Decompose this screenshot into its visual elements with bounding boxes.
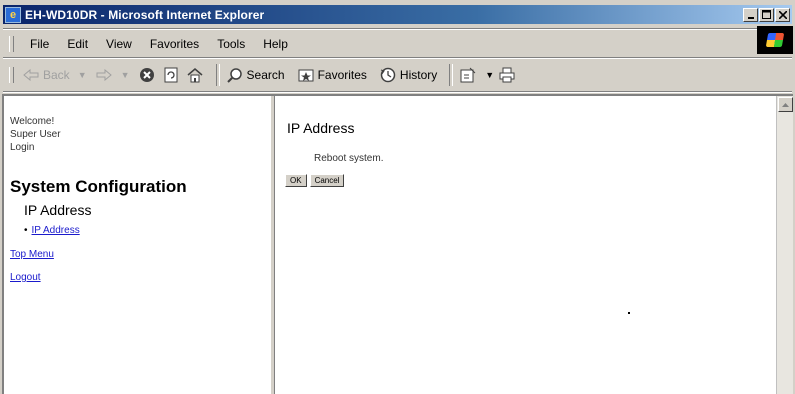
back-button[interactable]: Back: [22, 66, 70, 84]
stop-button[interactable]: [138, 66, 156, 84]
section-title: System Configuration: [10, 177, 187, 196]
menu-edit[interactable]: Edit: [59, 37, 98, 51]
titlebar-divider: [3, 28, 792, 30]
search-label: Search: [246, 68, 285, 82]
top-menu-row: Top Menu: [10, 249, 54, 260]
title-bar: e EH-WD10DR - Microsoft Internet Explore…: [3, 5, 792, 24]
toolbar-separator-2: [449, 64, 454, 86]
print-icon: [498, 66, 516, 84]
refresh-button[interactable]: [162, 66, 180, 84]
stop-icon: [138, 66, 156, 84]
vertical-scrollbar[interactable]: [776, 96, 793, 394]
page-title: IP Address: [287, 120, 355, 136]
user-name: Super User: [10, 129, 61, 140]
close-button[interactable]: [775, 7, 790, 22]
user-info: Welcome! Super User Login: [10, 115, 61, 154]
menu-tools[interactable]: Tools: [209, 37, 255, 51]
mail-dropdown-icon[interactable]: ▼: [485, 70, 494, 80]
ie-app-icon[interactable]: e: [5, 6, 21, 23]
cancel-button[interactable]: Cancel: [309, 174, 345, 187]
window-controls: [743, 7, 790, 22]
subsection-title: IP Address: [24, 202, 92, 218]
toolbar-grip: [9, 67, 14, 83]
stray-pixel: [628, 312, 630, 314]
menu-view[interactable]: View: [98, 37, 142, 51]
home-icon: [186, 66, 204, 84]
favorites-button[interactable]: Favorites: [297, 66, 367, 84]
ie-throbber-logo: [757, 26, 793, 54]
toolbar-divider: [3, 91, 792, 93]
menu-bar: File Edit View Favorites Tools Help: [3, 34, 792, 54]
favorites-label: Favorites: [317, 68, 367, 82]
window-title: EH-WD10DR - Microsoft Internet Explorer: [25, 7, 265, 22]
search-button[interactable]: Search: [226, 66, 285, 84]
close-icon: [778, 10, 787, 19]
maximize-button[interactable]: [759, 7, 774, 22]
navigation-frame: Welcome! Super User Login System Configu…: [4, 96, 270, 394]
history-label: History: [399, 68, 438, 82]
scroll-up-arrow-icon: [782, 102, 789, 107]
favorites-icon: [297, 66, 315, 84]
login-text: Login: [10, 142, 35, 153]
welcome-text: Welcome!: [10, 116, 55, 127]
menu-help[interactable]: Help: [255, 37, 298, 51]
nav-list-item: • IP Address: [24, 225, 80, 236]
menubar-divider: [3, 57, 792, 59]
ip-address-link[interactable]: IP Address: [32, 225, 80, 236]
bullet-icon: •: [24, 225, 28, 236]
menu-file[interactable]: File: [22, 37, 59, 51]
mail-button[interactable]: [459, 66, 477, 84]
logout-link[interactable]: Logout: [10, 272, 41, 283]
menubar-grip: [9, 36, 14, 52]
back-arrow-icon: [22, 66, 40, 84]
minimize-icon: [747, 16, 754, 19]
maximize-icon: [762, 10, 771, 19]
forward-dropdown-icon[interactable]: ▼: [121, 70, 130, 80]
top-menu-link[interactable]: Top Menu: [10, 249, 54, 260]
dialog-buttons: OK Cancel: [285, 174, 345, 187]
scroll-up-button[interactable]: [778, 97, 793, 112]
minimize-button[interactable]: [743, 7, 758, 22]
back-dropdown-icon[interactable]: ▼: [78, 70, 87, 80]
mail-icon: [459, 66, 477, 84]
back-label: Back: [43, 68, 70, 82]
toolbar-separator: [215, 64, 220, 86]
history-icon: [379, 66, 397, 84]
windows-flag-icon: [765, 33, 785, 47]
menu-favorites[interactable]: Favorites: [142, 37, 209, 51]
history-button[interactable]: History: [379, 66, 437, 84]
logout-row: Logout: [10, 272, 41, 283]
reboot-message: Reboot system.: [314, 153, 384, 164]
forward-arrow-icon: [95, 66, 113, 84]
refresh-icon: [162, 66, 180, 84]
ok-button[interactable]: OK: [285, 174, 307, 187]
search-icon: [226, 66, 244, 84]
print-button[interactable]: [498, 66, 516, 84]
standard-toolbar: Back ▼ ▼ Search Favorites History ▼: [3, 60, 792, 90]
browser-window: e EH-WD10DR - Microsoft Internet Explore…: [0, 0, 795, 394]
main-frame: IP Address Reboot system. OK Cancel: [275, 96, 778, 394]
home-button[interactable]: [186, 66, 204, 84]
forward-button[interactable]: [95, 66, 113, 84]
page-content-area: Welcome! Super User Login System Configu…: [2, 94, 793, 394]
